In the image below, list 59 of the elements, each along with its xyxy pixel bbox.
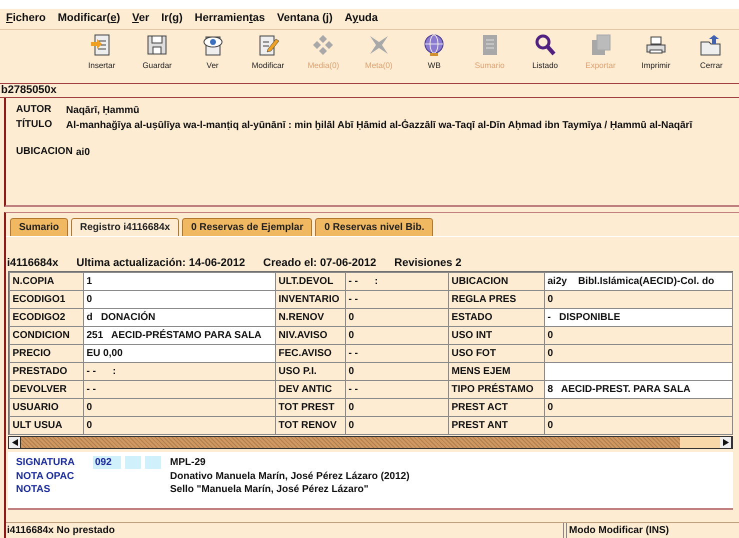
field-value: Donativo Manuela Marín, José Pérez Lázaro (2012): [170, 471, 411, 482]
status-text: i4116684x No prestado: [6, 523, 564, 538]
field-label: UBICACION: [16, 146, 74, 159]
record-id: b2785050x: [0, 83, 739, 98]
input-field[interactable]: - DISPONIBLE: [544, 308, 732, 326]
input-field[interactable]: [544, 362, 732, 380]
field-value: 0: [544, 416, 732, 434]
right-arrow-icon: [722, 439, 728, 446]
call-number-field[interactable]: [145, 456, 161, 469]
tab[interactable]: Sumario: [10, 218, 68, 236]
field-label: SIGNATURA: [16, 457, 76, 468]
item-id: i4116684x: [7, 257, 58, 269]
field-value: ai0: [76, 146, 91, 159]
call-number-field[interactable]: 092: [93, 456, 121, 469]
search-icon: [533, 33, 558, 57]
field-label: NOTAS: [16, 484, 52, 495]
menu-item[interactable]: Modificar(e): [58, 12, 120, 26]
toolbar-button[interactable]: WB: [406, 33, 462, 83]
toolbar-button[interactable]: Ver: [184, 33, 240, 83]
tab[interactable]: 0 Reservas de Ejemplar: [182, 218, 312, 236]
toolbar-button[interactable]: Imprimir: [628, 33, 684, 83]
field-label: ULT USUA: [8, 416, 84, 434]
input-field[interactable]: EU 0,00: [82, 344, 276, 362]
field-value: MPL-29: [170, 457, 207, 468]
field-label: TÍTULO: [16, 119, 54, 132]
tab[interactable]: 0 Reservas nivel Bib.: [315, 218, 434, 236]
input-field[interactable]: 8 AECID-PREST. PARA SALA: [544, 380, 732, 398]
field-value: Al-manhağīya al-uṣūlīya wa-l-manṭiq al-yūnānī : min ḫilāl Abī Ḥāmid al-Ġazzālī wa-Taqī al-Dīn Aḥmad ibn Taymīya / Ḥammū al-Naqārī: [66, 119, 694, 132]
scrollbar-thumb[interactable]: [21, 437, 680, 448]
save-icon: [145, 33, 170, 57]
field-value: Sello "Manuela Marín, José Pérez Lázaro": [170, 484, 370, 495]
input-field[interactable]: 251 AECID-PRÉSTAMO PARA SALA: [82, 326, 276, 344]
menu-item[interactable]: Ayuda: [344, 12, 378, 26]
mode-indicator: Modo Modificar (INS): [566, 523, 739, 538]
horizontal-scrollbar[interactable]: [8, 436, 733, 449]
toolbar-button[interactable]: Modificar: [240, 33, 296, 83]
input-field[interactable]: 0: [82, 290, 276, 308]
menu-item[interactable]: Ventana (j): [277, 12, 333, 26]
field-label: NOTA OPAC: [16, 471, 76, 482]
web-icon: [422, 33, 446, 57]
updated-date: Ultima actualización: 14-06-2012: [76, 257, 246, 269]
toolbar-button[interactable]: Listado: [517, 33, 573, 83]
input-field[interactable]: 1: [82, 272, 276, 290]
tab[interactable]: Registro i4116684x: [71, 218, 180, 236]
input-field[interactable]: d DONACIÓN: [82, 308, 276, 326]
created-date: Creado el: 07-06-2012: [263, 257, 376, 269]
toolbar-button[interactable]: Insertar: [74, 33, 130, 83]
menu-item[interactable]: Ir(g): [161, 12, 183, 26]
menu-item[interactable]: Ver: [132, 12, 150, 26]
toolbar-button[interactable]: Guardar: [129, 33, 185, 83]
field-label: AUTOR: [16, 104, 52, 117]
revisions: Revisiones 2: [394, 257, 462, 269]
left-arrow-icon: [12, 439, 18, 446]
call-number-field[interactable]: [125, 456, 141, 469]
menu-item[interactable]: Fichero: [6, 12, 46, 26]
toolbar-button[interactable]: Cerrar: [684, 33, 739, 83]
input-field[interactable]: ai2y Bibl.Islámica(AECID)-Col. do: [544, 272, 732, 290]
menu-item[interactable]: Herramientas: [194, 12, 265, 26]
field-value: Naqārī, Ḥammū: [66, 104, 140, 117]
